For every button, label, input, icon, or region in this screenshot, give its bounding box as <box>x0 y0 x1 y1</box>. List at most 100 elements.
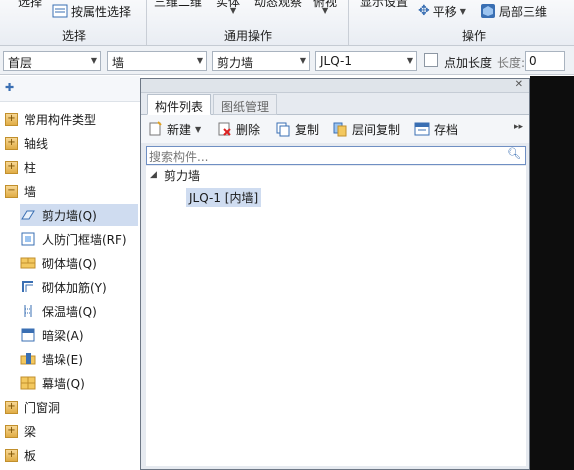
tab-label: 构件列表 <box>155 100 204 114</box>
point-length-label: 点加长度 <box>444 56 493 70</box>
tree-item-hidden-beam[interactable]: 暗梁(A) <box>20 324 84 346</box>
delete-label: 删除 <box>236 122 261 137</box>
tree-item-wall[interactable]: − 墙 <box>5 180 36 202</box>
tree-item-masonry-wall[interactable]: 砌体墙(Q) <box>20 252 97 274</box>
group-label-operation: 操作 <box>462 29 487 43</box>
tree-item-curtain-wall[interactable]: 幕墙(Q) <box>20 372 85 394</box>
new-button[interactable]: 新建 ▼ <box>147 120 201 138</box>
archive-button[interactable]: 存档 <box>414 120 458 138</box>
search-icon[interactable]: 🔍︎ <box>507 147 521 160</box>
curtain-wall-icon <box>20 375 36 391</box>
chevron-down-icon: ▼ <box>299 56 306 65</box>
local-3d-icon <box>480 3 496 19</box>
tree-item-label: 幕墙(Q) <box>42 376 85 391</box>
select-button-label[interactable]: 选择 <box>18 0 42 10</box>
select-by-attribute-button[interactable]: 按属性选择 <box>52 2 131 20</box>
component-list-panel: ✕ 构件列表 图纸管理 新建 ▼ 删除 复制 层间复制 存档 ▸▸ 搜索构件..… <box>140 78 530 470</box>
tree-item-label: 人防门框墙(RF) <box>42 232 127 247</box>
component-select[interactable]: JLQ-1 ▼ <box>315 51 417 71</box>
drawing-canvas[interactable] <box>530 76 574 470</box>
new-label: 新建 <box>167 122 192 137</box>
component-group-shear-wall[interactable]: 剪力墙 <box>164 167 200 184</box>
panel-tabs: 构件列表 图纸管理 <box>141 93 529 115</box>
tree-item-label: 轴线 <box>24 136 49 151</box>
component-search-input[interactable]: 搜索构件... 🔍︎ <box>146 146 526 165</box>
masonry-wall-icon <box>20 255 36 271</box>
type-select[interactable]: 剪力墙 ▼ <box>212 51 310 71</box>
tab-drawing-management[interactable]: 图纸管理 <box>213 94 278 115</box>
tree-item-column[interactable]: + 柱 <box>5 156 36 178</box>
tree-item-label: 柱 <box>24 160 37 175</box>
expand-icon[interactable]: + <box>5 112 18 126</box>
component-select-value: JLQ-1 <box>320 54 352 68</box>
tree-item-label: 板 <box>24 448 37 463</box>
length-input[interactable]: 0 <box>525 51 565 71</box>
panel-titlebar[interactable]: ✕ <box>141 79 529 93</box>
chevron-down-icon[interactable]: ▼ <box>322 6 328 15</box>
wall-pier-icon <box>20 351 36 367</box>
floor-copy-icon <box>332 121 348 137</box>
tree-item-label: 墙 <box>24 184 37 199</box>
chevron-down-icon[interactable]: ▼ <box>230 6 236 15</box>
close-icon[interactable]: ✕ <box>515 79 523 90</box>
shear-wall-icon <box>20 207 36 223</box>
tree-item-insulation-wall[interactable]: 保温墙(Q) <box>20 300 97 322</box>
category-select[interactable]: 墙 ▼ <box>107 51 207 71</box>
chevron-down-icon: ▼ <box>90 56 97 65</box>
tree-item-wall-pier[interactable]: 墙垛(E) <box>20 348 83 370</box>
overflow-chevron-icon[interactable]: ▸▸ <box>514 122 523 132</box>
new-icon <box>147 121 163 137</box>
component-item-jlq-1[interactable]: JLQ-1 [内墙] <box>186 188 262 207</box>
dynamic-orbit-button-label[interactable]: 动态观察 <box>254 0 302 10</box>
tree-item-label: 砌体加筋(Y) <box>42 280 107 295</box>
floor-copy-button[interactable]: 层间复制 <box>332 120 400 138</box>
expand-icon[interactable]: + <box>5 424 18 438</box>
local-3d-button[interactable]: 局部三维 <box>480 2 547 20</box>
floor-select-value: 首层 <box>8 56 33 70</box>
length-input-value: 0 <box>529 54 537 68</box>
tree-item-masonry-rebar[interactable]: 砌体加筋(Y) <box>20 276 107 298</box>
component-type-tree: + 常用构件类型 + 轴线 + 柱 − 墙 剪力墙(Q) 人防门框墙(RF) 砌… <box>0 102 140 470</box>
tree-item-label: 梁 <box>24 424 37 439</box>
tree-item-door-window[interactable]: + 门窗洞 <box>5 396 60 418</box>
floor-select[interactable]: 首层 ▼ <box>3 51 101 71</box>
left-tree-toolbar: ✚ <box>0 76 140 102</box>
copy-button[interactable]: 复制 <box>275 120 319 138</box>
tree-item-shear-wall[interactable]: 剪力墙(Q) <box>20 204 138 226</box>
expand-all-icon[interactable]: ✚ <box>5 81 14 94</box>
archive-label: 存档 <box>434 122 459 137</box>
local-3d-label: 局部三维 <box>499 4 548 19</box>
length-label: 长度: <box>497 56 526 70</box>
select-by-attribute-label: 按属性选择 <box>71 4 132 19</box>
tree-item-common-types[interactable]: + 常用构件类型 <box>5 108 96 130</box>
expand-icon[interactable]: + <box>5 136 18 150</box>
expand-icon[interactable]: + <box>5 160 18 174</box>
expand-icon[interactable]: + <box>5 448 18 462</box>
display-settings-button-label[interactable]: 显示设置 <box>360 0 408 10</box>
pan-button[interactable]: ✥ 平移 ▼ <box>418 2 466 20</box>
entity-button-label[interactable]: 实体 <box>216 0 240 10</box>
tree-item-label: 保温墙(Q) <box>42 304 97 319</box>
ribbon: 选择 按属性选择 三维二维 实体 动态观察 俯视 ▼ ▼ 显示设置 ✥ 平移 ▼… <box>0 0 574 46</box>
tree-item-axis[interactable]: + 轴线 <box>5 132 48 154</box>
selector-bar: 首层 ▼ 墙 ▼ 剪力墙 ▼ JLQ-1 ▼ 点加长度 长度: 0 <box>0 46 574 75</box>
tree-item-label: 门窗洞 <box>24 400 61 415</box>
delete-button[interactable]: 删除 <box>216 120 260 138</box>
masonry-rebar-icon <box>20 279 36 295</box>
group-label-general: 通用操作 <box>224 29 273 43</box>
2d-3d-button-label[interactable]: 三维二维 <box>154 0 202 10</box>
tab-component-list[interactable]: 构件列表 <box>147 94 212 115</box>
tree-item-slab[interactable]: + 板 <box>5 444 36 466</box>
point-length-checkbox[interactable] <box>424 53 438 67</box>
tree-item-civil-defense-frame-wall[interactable]: 人防门框墙(RF) <box>20 228 127 250</box>
group-label-select: 选择 <box>62 29 87 43</box>
hidden-beam-icon <box>20 327 36 343</box>
chevron-down-icon: ▼ <box>459 6 466 16</box>
tree-item-beam[interactable]: + 梁 <box>5 420 36 442</box>
tree-item-label: 砌体墙(Q) <box>42 256 97 271</box>
tab-label: 图纸管理 <box>221 100 270 114</box>
collapse-triangle-icon[interactable]: ◢ <box>150 170 157 180</box>
expand-icon[interactable]: + <box>5 400 18 414</box>
folder-open-icon[interactable]: − <box>5 184 18 198</box>
delete-icon <box>216 121 232 137</box>
